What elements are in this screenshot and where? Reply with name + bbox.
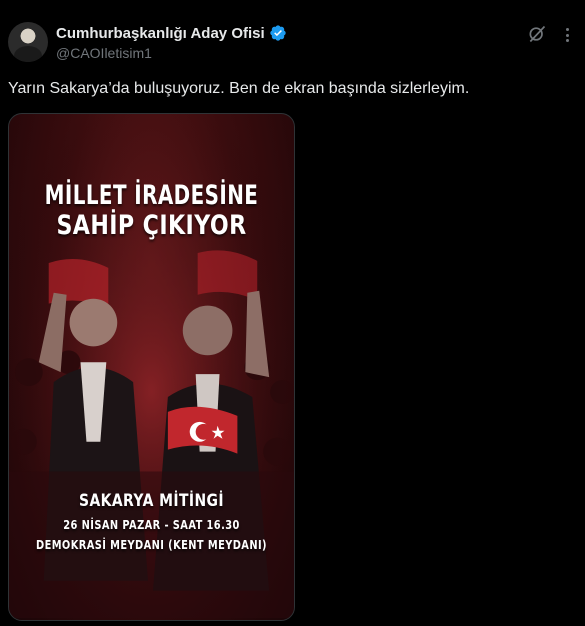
grok-icon[interactable] [527, 24, 547, 44]
poster-headline-line2: SAHİP ÇIKIYOR [56, 210, 247, 241]
author-display-name[interactable]: Cumhurbaşkanlığı Aday Ofisi [56, 25, 265, 42]
more-options-icon[interactable] [557, 25, 577, 45]
author-avatar[interactable] [8, 22, 48, 62]
tweet: Cumhurbaşkanlığı Aday Ofisi @CAOIletisim… [0, 0, 585, 626]
author-name-row: Cumhurbaşkanlığı Aday Ofisi [56, 24, 287, 42]
tweet-text: Yarın Sakarya’da buluşuyoruz. Ben de ekr… [8, 80, 470, 97]
poster-rally-place: DEMOKRASİ MEYDANI (KENT MEYDANI) [36, 538, 267, 552]
poster-headline-line1: MİLLET İRADESİNE [44, 180, 259, 211]
tweet-media-image[interactable]: MİLLET İRADESİNE SAHİP ÇIKIYOR SAKARYA M… [8, 113, 295, 621]
poster-rally-date: 26 NİSAN PAZAR - SAAT 16.30 [63, 518, 240, 532]
author-handle[interactable]: @CAOIletisim1 [56, 45, 152, 61]
poster-rally-title: SAKARYA MİTİNGİ [78, 491, 224, 511]
verified-badge-icon [269, 25, 286, 41]
